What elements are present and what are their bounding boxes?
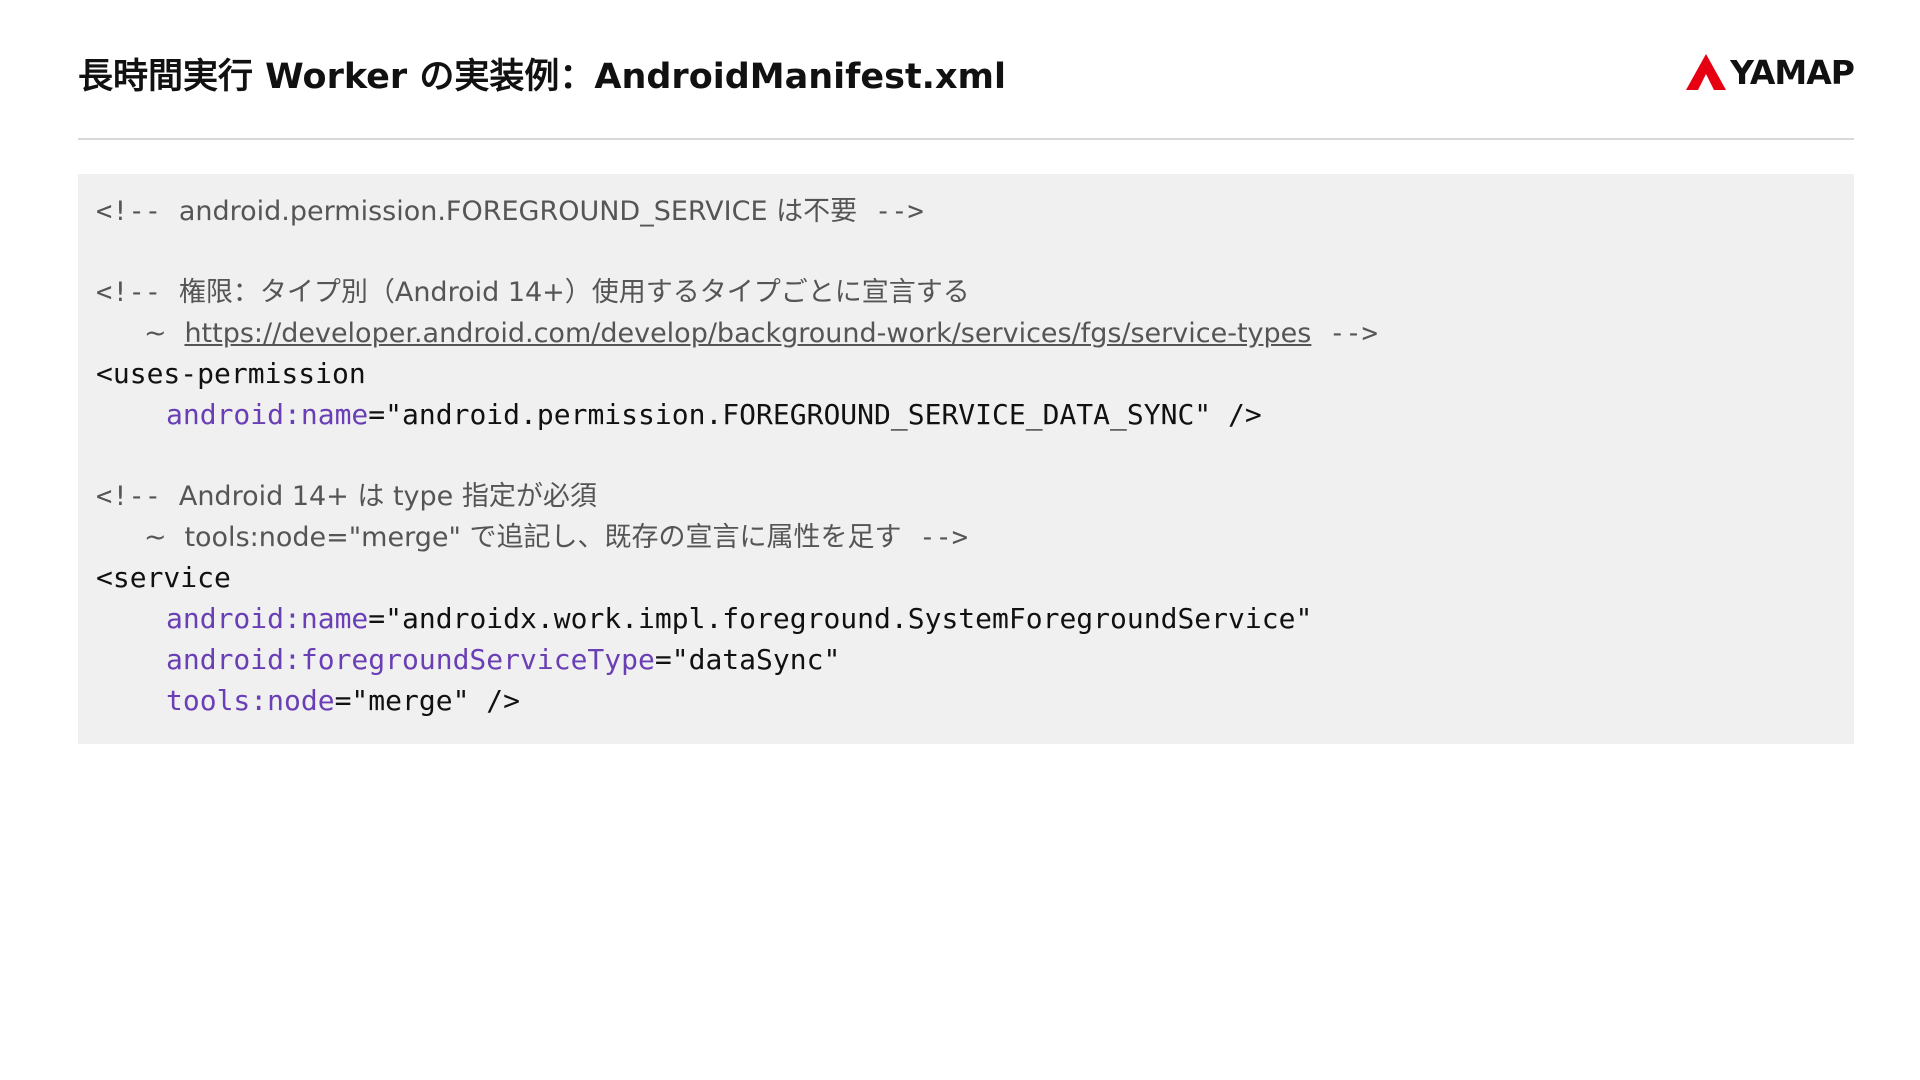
code-line-service-type: android:foregroundServiceType="dataSync" [166,643,841,676]
service-types-link[interactable]: https://developer.android.com/develop/ba… [184,318,1311,349]
comment-text: 権限：タイプ別（Android 14+）使用するタイプごとに宣言する [178,277,970,308]
comment-text: android.permission.FOREGROUND_SERVICE は不… [178,196,858,227]
yamap-mountain-icon [1686,54,1727,90]
code-line-permission-name: android:name="android.permission.FOREGRO… [166,398,1262,431]
header-divider [78,138,1854,140]
code-block: <!-- android.permission.FOREGROUND_SERVI… [78,174,1854,744]
code-line-comment-3: <!-- Android 14+ は type 指定が必須 [96,481,597,512]
page-title: 長時間実行 Worker の実装例：AndroidManifest.xml [78,57,1007,97]
code-line-service-node: tools:node="merge" /> [166,684,521,717]
code-line-service-name: android:name="androidx.work.impl.foregro… [166,602,1313,635]
code-line-service: <service [96,561,231,594]
logo-text: YAMAP [1730,52,1855,92]
brand-logo: YAMAP [1686,52,1855,92]
comment-text: Android 14+ は type 指定が必須 [178,481,597,512]
code-line-comment-3-cont: ~ tools:node="merge" で追記し、既存の宣言に属性を足す --… [144,522,969,553]
code-line-comment-2-cont: ~ https://developer.android.com/develop/… [144,318,1378,349]
code-line-comment-2: <!-- 権限：タイプ別（Android 14+）使用するタイプごとに宣言する [96,277,970,308]
code-line-comment-1: <!-- android.permission.FOREGROUND_SERVI… [96,196,924,227]
code-line-uses-permission: <uses-permission [96,357,366,390]
